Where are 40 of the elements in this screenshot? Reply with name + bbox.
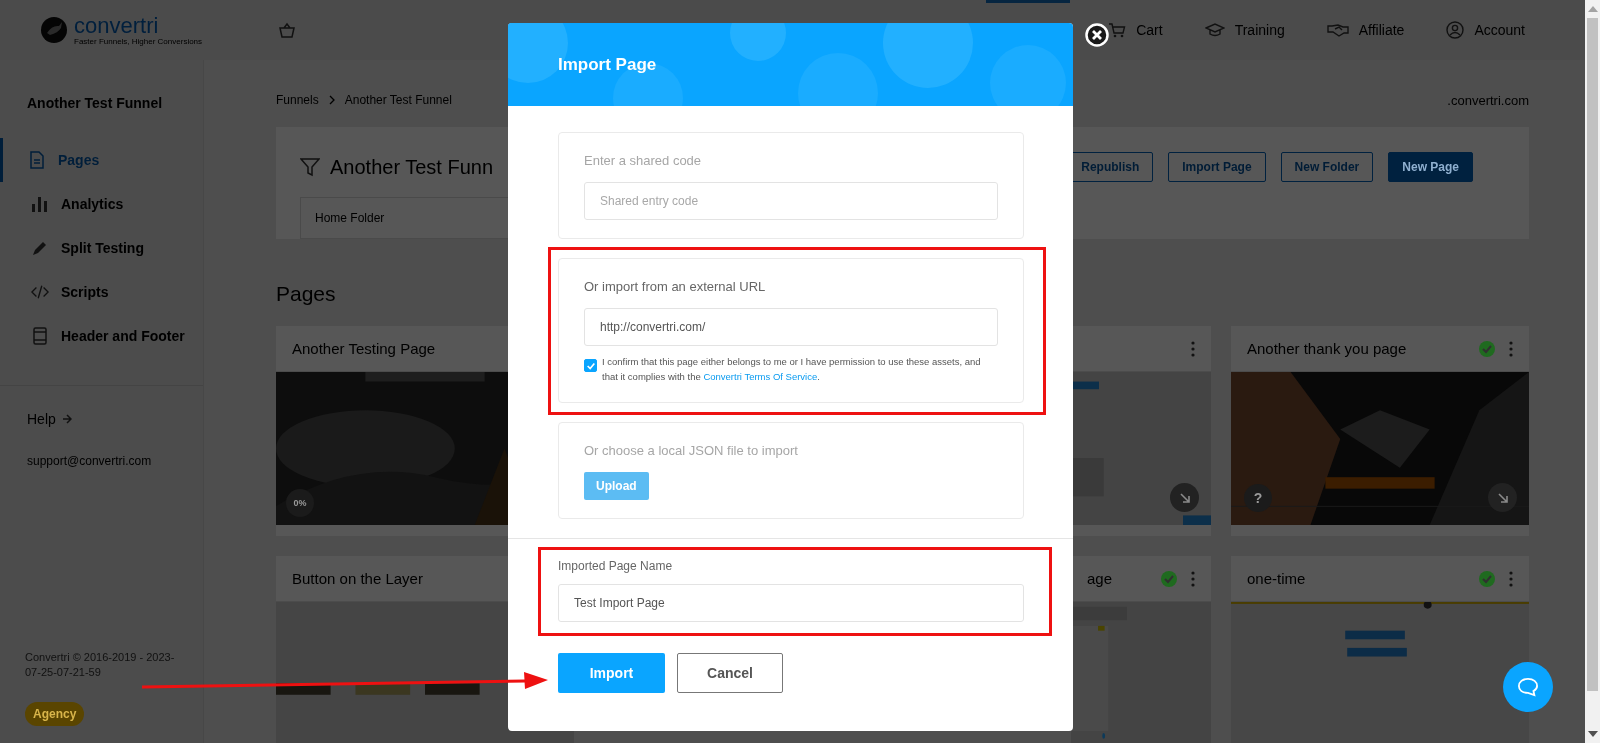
- page-title[interactable]: Another Testing Page: [292, 340, 436, 357]
- option-label: Enter a shared code: [584, 152, 703, 170]
- page-title[interactable]: one-time: [1247, 570, 1306, 587]
- consent-text: I confirm that this page either belongs to me or I have permission to use these assets, and that it complies with the Convertri Terms Of Service.: [602, 355, 982, 384]
- field-label: Imported Page Name: [558, 558, 674, 574]
- upload-button[interactable]: Upload: [584, 472, 649, 500]
- dialog-title: Import Page: [558, 54, 657, 75]
- funnel-name: Another Test Funnel: [27, 94, 164, 112]
- action-button[interactable]: Import Page: [1168, 152, 1266, 182]
- action-button[interactable]: New Page: [1388, 152, 1473, 182]
- sidebar-item[interactable]: Analytics: [0, 182, 203, 226]
- sidebar-item[interactable]: Split Testing: [0, 226, 203, 270]
- brand-name: convertri: [74, 14, 160, 37]
- nav-link[interactable]: Cart: [1108, 21, 1163, 39]
- nav-link[interactable]: Training: [1204, 21, 1285, 39]
- funnel-title: Another Test Funn: [330, 155, 494, 179]
- page-name-field[interactable]: Test Import Page: [558, 584, 1024, 622]
- page-title[interactable]: Another thank you page: [1247, 340, 1407, 357]
- page-title[interactable]: age: [1087, 570, 1113, 587]
- sidebar-item[interactable]: Header and Footer: [0, 314, 203, 358]
- dialog-button[interactable]: Cancel: [677, 653, 783, 693]
- breadcrumb-link[interactable]: Funnels: [276, 93, 319, 107]
- input-field[interactable]: http://convertri.com/: [584, 308, 998, 346]
- sidebar-item[interactable]: Scripts: [0, 270, 203, 314]
- dialog-button[interactable]: Import: [558, 653, 665, 693]
- support-email-link[interactable]: support@convertri.com: [27, 454, 203, 468]
- sidebar-item[interactable]: Pages: [0, 138, 203, 182]
- nav-link[interactable]: Account: [1446, 21, 1525, 39]
- nav-link[interactable]: Affiliate: [1326, 21, 1405, 39]
- section-heading: Pages: [276, 281, 336, 307]
- domain-text: .convertri.com: [1447, 92, 1529, 108]
- option-label: Or choose a local JSON file to import: [584, 442, 799, 460]
- plan-badge: Agency: [25, 702, 85, 726]
- breadcrumb-link[interactable]: Another Test Funnel: [344, 93, 452, 107]
- input-field[interactable]: Shared entry code: [584, 182, 998, 220]
- page-title[interactable]: Button on the Layer: [292, 570, 423, 587]
- help-link[interactable]: Help: [27, 410, 203, 428]
- option-label: Or import from an external URL: [584, 278, 767, 296]
- copyright-text: Convertri © 2016-2019 - 2023-07-25-07-21-59: [25, 650, 176, 680]
- action-button[interactable]: New Folder: [1280, 152, 1374, 182]
